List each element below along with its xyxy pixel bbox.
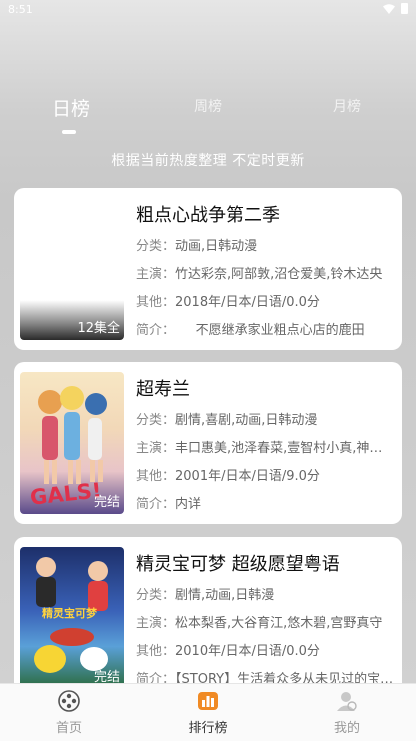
wifi-icon (383, 3, 395, 14)
item-title[interactable]: 精灵宝可梦 超级愿望粤语 (136, 550, 340, 576)
bottom-navigation: 首页 排行榜 我的 (0, 683, 416, 741)
nav-mine-label: 我的 (333, 721, 360, 736)
genre-label: 分类： (136, 239, 176, 254)
nav-mine[interactable]: 我的 (278, 684, 416, 741)
nav-home-label: 首页 (55, 721, 82, 736)
genre-value: 剧情,动画,日韩漫 (175, 588, 275, 603)
intro-value: 不愿继承家业粗点心店的鹿田 (175, 323, 365, 338)
item-cast: 主演：竹达彩奈,阿部敦,沼仓爱美,铃木达央 (136, 263, 394, 282)
poster-image[interactable]: 12集全 (20, 198, 124, 340)
ranking-icon (198, 692, 218, 710)
genre-label: 分类： (136, 413, 176, 428)
other-label: 其他： (136, 644, 176, 659)
cast-value: 丰口惠美,池泽春菜,壹智村小真,神田朱未 (175, 441, 394, 456)
other-label: 其他： (136, 469, 176, 484)
poster-image[interactable]: 精灵宝可梦 完结 (20, 547, 124, 689)
item-intro: 简介：内详 (136, 493, 394, 512)
item-title[interactable]: 粗点心战争第二季 (136, 201, 280, 227)
ranking-card[interactable]: GALS! 完结 超寿兰 分类：剧情,喜剧,动画,日韩动漫 主演：丰口惠美,池泽… (14, 362, 402, 524)
other-value: 2001年/日本/日语/9.0分 (175, 469, 320, 484)
nav-ranking-label: 排行榜 (188, 721, 228, 736)
poster-title-text: 精灵宝可梦 (42, 607, 97, 620)
nav-home[interactable]: 首页 (0, 684, 138, 741)
item-intro: 简介： 不愿继承家业粗点心店的鹿田 (136, 319, 394, 338)
item-cast: 主演：丰口惠美,池泽春菜,壹智村小真,神田朱未 (136, 437, 394, 456)
cast-label: 主演： (136, 441, 176, 456)
tab-indicator (62, 130, 76, 134)
ranking-card[interactable]: 12集全 粗点心战争第二季 分类：动画,日韩动漫 主演：竹达彩奈,阿部敦,沼仓爱… (14, 188, 402, 350)
tab-monthly[interactable]: 月榜 (333, 96, 361, 116)
other-label: 其他： (136, 295, 176, 310)
item-other: 其他：2001年/日本/日语/9.0分 (136, 465, 394, 484)
intro-label: 简介： (136, 497, 176, 512)
user-icon (337, 692, 357, 711)
item-title[interactable]: 超寿兰 (136, 375, 190, 401)
item-genre: 分类：动画,日韩动漫 (136, 235, 394, 254)
status-bar: 8:51 (0, 0, 416, 20)
status-time: 8:51 (8, 3, 33, 16)
item-other: 其他：2010年/日本/日语/0.0分 (136, 640, 394, 659)
item-genre: 分类：剧情,动画,日韩漫 (136, 584, 394, 603)
cast-label: 主演： (136, 267, 176, 282)
cast-label: 主演： (136, 616, 176, 631)
genre-label: 分类： (136, 588, 176, 603)
ranking-tabs: 日榜 周榜 月榜 (0, 96, 416, 140)
poster-image[interactable]: GALS! 完结 (20, 372, 124, 514)
intro-label: 简介： (136, 323, 176, 338)
item-other: 其他：2018年/日本/日语/0.0分 (136, 291, 394, 310)
intro-value: 内详 (175, 497, 202, 512)
other-value: 2018年/日本/日语/0.0分 (175, 295, 320, 310)
item-genre: 分类：剧情,喜剧,动画,日韩动漫 (136, 409, 394, 428)
nav-ranking[interactable]: 排行榜 (139, 684, 277, 741)
item-cast: 主演：松本梨香,大谷育江,悠木碧,宫野真守 (136, 612, 394, 631)
genre-value: 动画,日韩动漫 (175, 239, 258, 254)
cast-value: 松本梨香,大谷育江,悠木碧,宫野真守 (175, 616, 383, 631)
battery-icon (401, 3, 408, 14)
ranking-card[interactable]: 精灵宝可梦 完结 精灵宝可梦 超级愿望粤语 分类：剧情,动画,日韩漫 主演：松本… (14, 537, 402, 699)
other-value: 2010年/日本/日语/0.0分 (175, 644, 320, 659)
episode-badge: 12集全 (77, 321, 120, 336)
tab-daily[interactable]: 日榜 (52, 94, 90, 121)
film-reel-icon (58, 690, 80, 712)
status-badge: 完结 (93, 495, 120, 510)
cast-value: 竹达彩奈,阿部敦,沼仓爱美,铃木达央 (175, 267, 383, 282)
genre-value: 剧情,喜剧,动画,日韩动漫 (175, 413, 318, 428)
status-icons (383, 3, 408, 14)
ranking-subtitle: 根据当前热度整理 不定时更新 (111, 153, 305, 169)
tab-weekly[interactable]: 周榜 (194, 96, 222, 116)
